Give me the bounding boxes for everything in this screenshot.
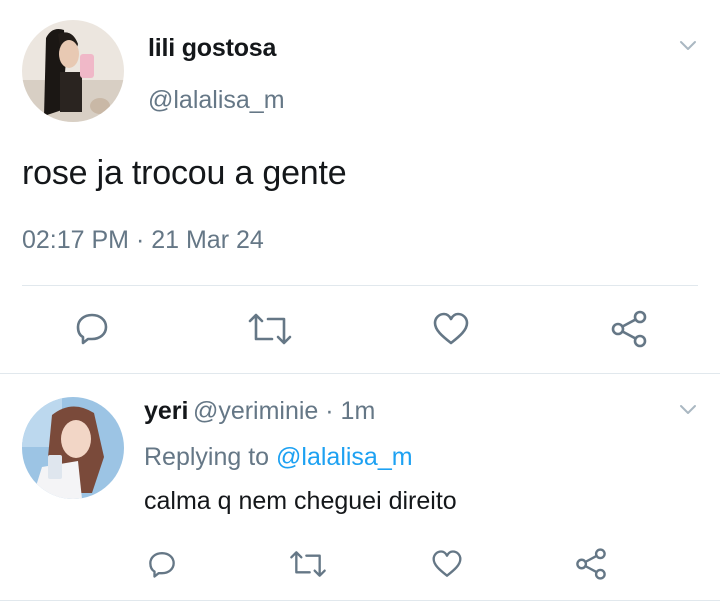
tweet-text: rose ja trocou a gente [22,154,347,192]
reply-text: calma q nem cheguei direito [144,487,457,515]
reply-icon[interactable] [74,310,110,346]
timestamp[interactable]: 02:17 PM · 21 Mar 24 [22,226,264,255]
replying-to-mention[interactable]: @lalalisa_m [276,443,413,471]
reply-header: yeri @yeriminie · 1m [144,397,375,426]
chevron-down-icon[interactable] [679,404,697,416]
reply-icon[interactable] [147,549,177,579]
user-handle[interactable]: @lalalisa_m [148,86,285,115]
reply-handle-time[interactable]: @yeriminie · 1m [193,397,375,425]
retweet-icon[interactable] [288,549,328,579]
retweet-icon[interactable] [246,311,294,347]
like-icon[interactable] [431,549,463,579]
like-icon[interactable] [432,311,470,347]
replying-to: Replying to @lalalisa_m [144,443,413,472]
display-name[interactable]: lili gostosa [148,34,276,63]
chevron-down-icon[interactable] [679,40,697,52]
avatar[interactable] [22,397,124,499]
share-icon[interactable] [609,309,649,349]
divider [0,600,720,601]
replying-to-label: Replying to [144,443,270,471]
avatar[interactable] [22,20,124,122]
reply-display-name[interactable]: yeri [144,397,188,425]
divider [0,373,720,374]
share-icon[interactable] [574,547,608,581]
divider [22,285,698,286]
